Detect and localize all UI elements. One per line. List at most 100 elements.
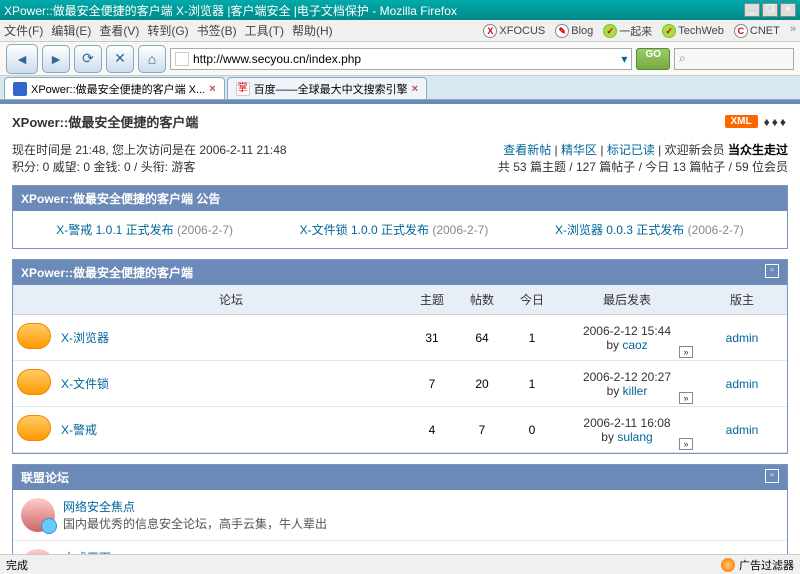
menu-go[interactable]: 转到(G) <box>147 22 188 39</box>
close-button[interactable]: × <box>780 3 796 17</box>
bookmark-icon: X <box>483 24 497 38</box>
forums-table: 论坛 主题 帖数 今日 最后发表 版主 X-浏览器 31 64 1 2006-2… <box>13 285 787 453</box>
link-new-posts[interactable]: 查看新帖 <box>503 143 551 157</box>
alliance-item: 网络安全焦点 国内最优秀的信息安全论坛，高手云集，牛人辈出 <box>13 490 787 541</box>
user-credits: 积分: 0 威望: 0 金钱: 0 / 头衔: 游客 <box>12 158 287 175</box>
bookmark-overflow[interactable]: » <box>790 23 796 39</box>
more-icon[interactable]: ♦♦♦ <box>764 115 788 129</box>
alliance-icon <box>21 498 55 532</box>
col-forum: 论坛 <box>55 285 407 315</box>
bookmark-icon: ✓ <box>662 24 676 38</box>
window-title: XPower::做最安全便捷的客户端 X-浏览器 |客户端安全 |电子文档保护 … <box>4 2 744 19</box>
collapse-button[interactable]: ▫ <box>765 469 779 483</box>
tab-close-icon[interactable]: × <box>412 83 418 95</box>
col-mod: 版主 <box>697 285 787 315</box>
bookmark-blog[interactable]: ✎Blog <box>555 23 593 39</box>
alliance-desc: 国内最优秀的信息安全论坛，高手云集，牛人辈出 <box>63 515 327 532</box>
bookmark-techweb[interactable]: ✓TechWeb <box>662 23 724 39</box>
nav-toolbar: ◄ ► ⟳ ✕ ⌂ ▾ GO ⌕ <box>0 42 800 76</box>
last-poster[interactable]: caoz <box>622 338 647 352</box>
home-button[interactable]: ⌂ <box>138 45 166 73</box>
alliance-board: 联盟论坛 ▫ 网络安全焦点 国内最优秀的信息安全论坛，高手云集，牛人辈出 大成天… <box>12 464 788 554</box>
tab-strip: XPower::做最安全便捷的客户端 X... × 掌 百度——全球最大中文搜索… <box>0 76 800 100</box>
goto-icon[interactable]: » <box>679 346 693 358</box>
forum-row: X-文件锁 7 20 1 2006-2-12 20:27by killer» a… <box>13 361 787 407</box>
menu-bookmarks[interactable]: 书签(B) <box>197 22 237 39</box>
announcement-link[interactable]: X-警戒 1.0.1 正式发布 <box>56 223 173 237</box>
forum-link[interactable]: X-浏览器 <box>61 331 109 345</box>
maximize-button[interactable]: ❐ <box>762 3 778 17</box>
menu-tools[interactable]: 工具(T) <box>245 22 284 39</box>
welcome-text: 欢迎新会员 <box>665 143 725 157</box>
go-button[interactable]: GO <box>636 48 670 70</box>
firefox-icon[interactable] <box>721 558 735 572</box>
minimize-button[interactable]: _ <box>744 3 760 17</box>
alliance-link[interactable]: 大成天下 <box>63 551 111 554</box>
forum-link[interactable]: X-文件锁 <box>61 377 109 391</box>
page-title: XPower::做最安全便捷的客户端 <box>12 112 198 131</box>
back-button[interactable]: ◄ <box>6 44 38 74</box>
tab-favicon: 掌 <box>236 82 250 96</box>
last-poster[interactable]: killer <box>623 384 648 398</box>
current-time: 现在时间是 21:48, 您上次访问是在 2006-2-11 21:48 <box>12 141 287 158</box>
col-today: 今日 <box>507 285 557 315</box>
category-title: XPower::做最安全便捷的客户端 <box>21 264 193 281</box>
bookmark-xfocus[interactable]: XXFOCUS <box>483 23 545 39</box>
search-box[interactable]: ⌕ <box>674 48 794 70</box>
category-board: XPower::做最安全便捷的客户端 ▫ 论坛 主题 帖数 今日 最后发表 版主… <box>12 259 788 454</box>
reload-button[interactable]: ⟳ <box>74 45 102 73</box>
page-content: XPower::做最安全便捷的客户端 XML ♦♦♦ 现在时间是 21:48, … <box>0 100 800 554</box>
link-mark-read[interactable]: 标记已读 <box>607 143 655 157</box>
user-bar: 现在时间是 21:48, 您上次访问是在 2006-2-11 21:48 积分:… <box>12 141 788 175</box>
moderator-link[interactable]: admin <box>726 423 759 437</box>
status-bar: 完成 广告过滤器 <box>0 554 800 574</box>
goto-icon[interactable]: » <box>679 392 693 404</box>
link-digest[interactable]: 精华区 <box>561 143 597 157</box>
menu-edit[interactable]: 编辑(E) <box>51 22 91 39</box>
menu-view[interactable]: 查看(V) <box>99 22 139 39</box>
announcement-board: XPower::做最安全便捷的客户端 公告 X-警戒 1.0.1 正式发布 (2… <box>12 185 788 249</box>
forum-link[interactable]: X-警戒 <box>61 423 97 437</box>
forum-icon <box>17 323 51 349</box>
site-favicon <box>175 52 189 66</box>
tab-favicon <box>13 82 27 96</box>
alliance-item: 大成天下 专业的信息安全产品与服务提供商 <box>13 541 787 554</box>
bookmark-icon: ✓ <box>603 24 617 38</box>
tab-baidu[interactable]: 掌 百度——全球最大中文搜索引擎 × <box>227 77 427 99</box>
menu-help[interactable]: 帮助(H) <box>292 22 333 39</box>
url-input[interactable] <box>193 52 617 66</box>
alliance-title: 联盟论坛 <box>21 469 69 486</box>
bookmark-cnet[interactable]: CCNET <box>734 23 780 39</box>
adblock-label[interactable]: 广告过滤器 <box>739 557 794 573</box>
status-text: 完成 <box>6 557 28 573</box>
moderator-link[interactable]: admin <box>726 331 759 345</box>
newest-member[interactable]: 当众生走过 <box>728 143 788 157</box>
address-bar[interactable]: ▾ <box>170 48 632 70</box>
forum-row: X-警戒 4 7 0 2006-2-11 16:08by sulang» adm… <box>13 407 787 453</box>
col-last: 最后发表 <box>557 285 697 315</box>
forum-icon <box>17 369 51 395</box>
last-poster[interactable]: sulang <box>617 430 652 444</box>
forum-stats: 共 53 篇主题 / 127 篇帖子 / 今日 13 篇帖子 / 59 位会员 <box>498 158 788 175</box>
xml-button[interactable]: XML <box>725 115 758 128</box>
moderator-link[interactable]: admin <box>726 377 759 391</box>
col-topics: 主题 <box>407 285 457 315</box>
bookmark-icon: C <box>734 24 748 38</box>
collapse-button[interactable]: ▫ <box>765 264 779 278</box>
tab-xpower[interactable]: XPower::做最安全便捷的客户端 X... × <box>4 77 225 99</box>
goto-icon[interactable]: » <box>679 438 693 450</box>
board-title: XPower::做最安全便捷的客户端 公告 <box>21 190 220 207</box>
announcement-link[interactable]: X-文件锁 1.0.0 正式发布 <box>300 223 429 237</box>
forward-button[interactable]: ► <box>42 45 70 73</box>
alliance-icon <box>21 549 55 554</box>
bookmark-yiqilai[interactable]: ✓一起来 <box>603 23 652 39</box>
tab-close-icon[interactable]: × <box>209 83 215 95</box>
stop-button[interactable]: ✕ <box>106 45 134 73</box>
menu-file[interactable]: 文件(F) <box>4 22 43 39</box>
dropdown-icon[interactable]: ▾ <box>621 52 627 66</box>
search-icon: ⌕ <box>679 51 686 66</box>
menu-bar: 文件(F) 编辑(E) 查看(V) 转到(G) 书签(B) 工具(T) 帮助(H… <box>0 20 800 42</box>
bookmark-icon: ✎ <box>555 24 569 38</box>
announcement-link[interactable]: X-浏览器 0.0.3 正式发布 <box>555 223 684 237</box>
alliance-link[interactable]: 网络安全焦点 <box>63 500 135 514</box>
